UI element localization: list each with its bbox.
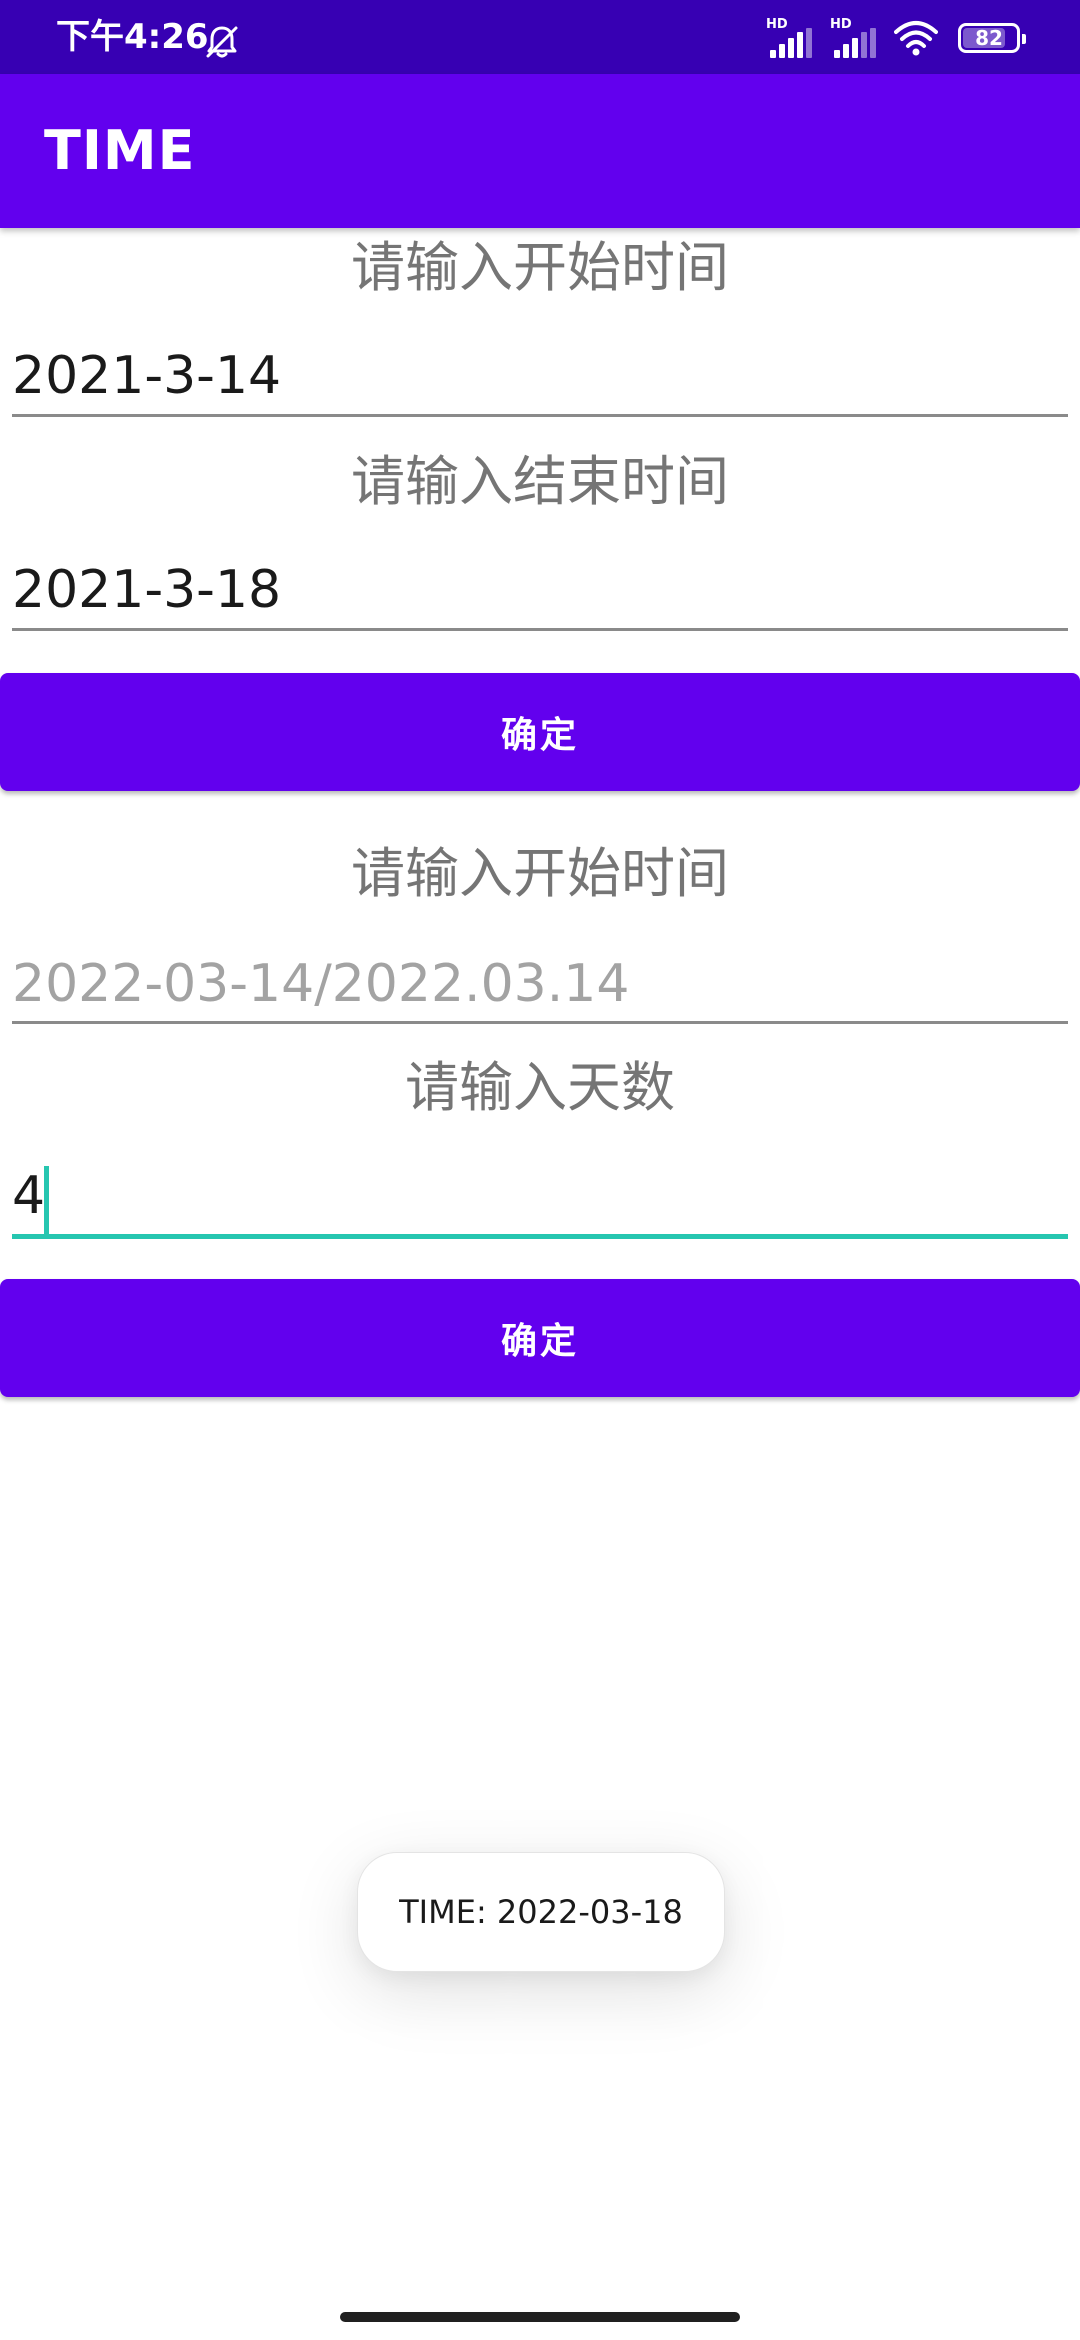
app-title: TIME xyxy=(44,119,196,182)
end-time-underline xyxy=(12,628,1068,631)
end-time-label: 请输入结束时间 xyxy=(351,450,729,513)
battery-percent: 82 xyxy=(975,26,1003,50)
start-time-input[interactable]: 2021-3-14 xyxy=(12,344,1068,408)
days-label: 请输入天数 xyxy=(405,1056,675,1119)
start-time-value[interactable]: 2021-3-14 xyxy=(12,344,281,408)
wifi-icon xyxy=(894,21,938,56)
home-indicator[interactable] xyxy=(340,2312,740,2322)
days-underline-focused xyxy=(12,1234,1068,1239)
app-bar: TIME xyxy=(0,74,1080,228)
toast-message: TIME: 2022-03-18 xyxy=(357,1852,725,1972)
start-time-label-2: 请输入开始时间 xyxy=(351,842,729,905)
confirm-button-1[interactable]: 确定 xyxy=(0,673,1080,791)
start-time-underline-2 xyxy=(12,1021,1068,1024)
text-cursor xyxy=(44,1166,49,1236)
signal-icon: HD xyxy=(830,18,880,58)
days-value[interactable]: 4 xyxy=(12,1164,45,1228)
status-icons: HD HD 82 xyxy=(766,16,1026,60)
start-time-label: 请输入开始时间 xyxy=(351,236,729,299)
status-time: 下午4:26 xyxy=(56,17,209,57)
status-bar: 下午4:26 HD HD 82 xyxy=(0,0,1080,74)
start-time-underline xyxy=(12,414,1068,417)
signal-icon: HD xyxy=(766,18,816,58)
end-time-input[interactable]: 2021-3-18 xyxy=(12,558,1068,622)
start-time-placeholder[interactable]: 2022-03-14/2022.03.14 xyxy=(12,952,629,1016)
start-time-input-2[interactable]: 2022-03-14/2022.03.14 xyxy=(12,952,1068,1016)
end-time-value[interactable]: 2021-3-18 xyxy=(12,558,281,622)
confirm-button-2[interactable]: 确定 xyxy=(0,1279,1080,1397)
battery-icon: 82 xyxy=(958,23,1026,53)
bell-off-icon xyxy=(206,26,238,58)
days-input[interactable]: 4 xyxy=(12,1164,1068,1236)
